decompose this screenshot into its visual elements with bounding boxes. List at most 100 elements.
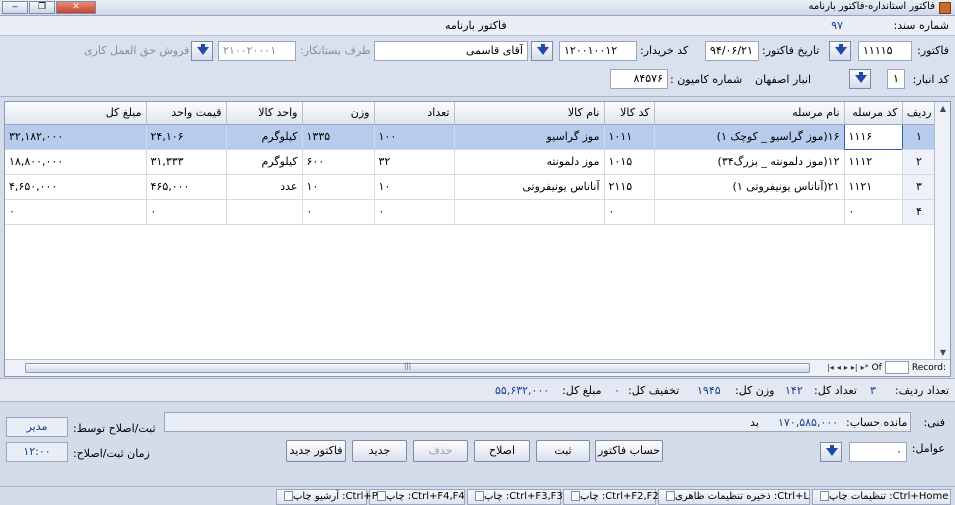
unit-price-cell[interactable]: ۳۱,۳۳۳ [146, 149, 227, 175]
quantity-cell[interactable]: ۳۲ [374, 149, 455, 175]
item-name-cell[interactable] [454, 199, 605, 225]
delete-button[interactable]: حذف [413, 440, 468, 462]
item-name-cell[interactable]: موز دلمونته [454, 149, 605, 175]
shipment-code-cell[interactable]: ۱۱۱۶ [843, 123, 903, 150]
unit-price-cell[interactable]: ۰ [146, 199, 227, 225]
warehouse-dropdown-icon[interactable] [849, 69, 871, 89]
invoice-number-field[interactable]: ۱۱۱۱۵ [858, 41, 912, 61]
unit-price-cell[interactable]: ۲۴,۱۰۶ [146, 124, 227, 150]
unit-cell[interactable]: کیلوگرم [226, 149, 303, 175]
invoice-account-button[interactable]: حساب فاکتور [595, 440, 663, 462]
unit-cell[interactable] [226, 199, 303, 225]
weight-cell[interactable]: ۰ [302, 199, 375, 225]
buyer-code-field[interactable]: ۱۲۰۰۱۰۰۱۲ [559, 41, 637, 61]
scroll-thumb[interactable] [25, 363, 810, 373]
invoice-date-field[interactable]: ۹۴/۰۶/۲۱ [705, 41, 759, 61]
col-item-name[interactable]: نام کالا [454, 102, 605, 125]
row-number[interactable]: ۴ [902, 199, 937, 225]
buyer-dropdown-icon[interactable] [531, 41, 553, 61]
scroll-up-icon[interactable]: ▲ [938, 104, 948, 114]
prev-record-icon[interactable]: ◂ [837, 363, 841, 372]
vertical-scrollbar[interactable]: ▲ ▼ [934, 102, 950, 360]
item-code-cell[interactable]: ۲۱۱۵ [604, 174, 655, 200]
total-weight-label: وزن کل: [735, 384, 775, 397]
buyer-name-field[interactable]: آقای قاسمی [374, 41, 528, 61]
shipment-name-cell[interactable]: ۲۱(آناناس یونیفروتی ۱) [654, 174, 845, 200]
scroll-down-icon[interactable]: ▼ [938, 348, 948, 358]
archive-print-shortcut[interactable]: آرشیو چاپ :Ctrl+P [276, 489, 378, 505]
restore-icon[interactable]: ❐ [29, 1, 55, 14]
shipment-code-cell[interactable]: ۱۱۱۲ [844, 149, 903, 175]
item-name-cell[interactable]: موز گراسیو [454, 124, 605, 150]
unit-cell[interactable]: کیلوگرم [226, 124, 303, 150]
unit-cell[interactable]: عدد [226, 174, 303, 200]
balance-label: مانده حساب: [846, 416, 908, 429]
table-row[interactable]: ۲ ۱۱۱۲ ۱۲(موز دلمونته _ بزرگ۳۴) ۱۰۱۵ موز… [5, 149, 937, 175]
factors-field[interactable]: ۰ [849, 442, 907, 462]
total-amount-cell[interactable]: ۱۸,۸۰۰,۰۰۰ [5, 149, 147, 175]
shipment-code-cell[interactable]: ۱۱۲۱ [844, 174, 903, 200]
warehouse-name: انبار اصفهان [755, 73, 812, 86]
close-icon[interactable]: ✕ [56, 1, 96, 14]
truck-number-field[interactable]: ۸۴۵۷۶ [610, 69, 668, 89]
item-code-cell[interactable]: ۱۰۱۱ [604, 124, 655, 150]
table-row[interactable]: ۳ ۱۱۲۱ ۲۱(آناناس یونیفروتی ۱) ۲۱۱۵ آنانا… [5, 174, 937, 200]
weight-cell[interactable]: ۱۰ [302, 174, 375, 200]
new-button[interactable]: جدید [352, 440, 407, 462]
quantity-cell[interactable]: ۰ [374, 199, 455, 225]
print-f2-shortcut[interactable]: چاپ :Ctrl+F2,F2 [563, 489, 659, 505]
new-record-icon[interactable]: ▸* [861, 363, 869, 372]
discount-label: تخفیف کل: [628, 384, 680, 397]
next-record-icon[interactable]: ▸ [844, 363, 848, 372]
print-settings-shortcut[interactable]: تنظیمات چاپ :Ctrl+Home [812, 489, 951, 505]
balance-type: بد [750, 416, 759, 429]
table-row[interactable]: ۱ ۱۱۱۶ ۱۶(موز گراسیو _ کوچک ۱) ۱۰۱۱ موز … [5, 123, 937, 150]
shipment-code-cell[interactable]: ۰ [844, 199, 903, 225]
unit-price-cell[interactable]: ۴۶۵,۰۰۰ [146, 174, 227, 200]
save-button[interactable]: ثبت [536, 440, 590, 462]
invoice-items-grid[interactable]: ردیف کد مرسله نام مرسله کد کالا نام کالا… [4, 101, 951, 377]
col-item-code[interactable]: کد کالا [604, 102, 655, 125]
col-quantity[interactable]: تعداد [374, 102, 455, 125]
factors-dropdown-icon[interactable] [820, 442, 842, 462]
col-weight[interactable]: وزن [302, 102, 375, 125]
first-record-icon[interactable]: |◂ [827, 363, 834, 372]
counterparty-field[interactable]: ۲۱۰۰۲۰۰۰۱ [218, 41, 296, 61]
item-code-cell[interactable]: ۱۰۱۵ [604, 149, 655, 175]
quantity-cell[interactable]: ۱۰۰ [374, 124, 455, 150]
new-invoice-button[interactable]: فاکتور جدید [286, 440, 346, 462]
weight-cell[interactable]: ۶۰۰ [302, 149, 375, 175]
col-unit[interactable]: واحد کالا [226, 102, 303, 125]
table-row[interactable]: ۴ ۰ ۰ ۰ ۰ ۰ ۰ [5, 199, 937, 225]
shipment-name-cell[interactable]: ۱۶(موز گراسیو _ کوچک ۱) [654, 124, 845, 150]
totals-bar: تعداد ردیف: ۳ تعداد کل: ۱۴۲ وزن کل: ۱۹۴۵… [0, 378, 955, 402]
total-amount-cell[interactable]: ۴,۶۵۰,۰۰۰ [5, 174, 147, 200]
col-row[interactable]: ردیف [902, 102, 937, 125]
col-shipment-name[interactable]: نام مرسله [654, 102, 845, 125]
col-unit-price[interactable]: قیمت واحد [146, 102, 227, 125]
invoice-dropdown-icon[interactable] [829, 41, 851, 61]
print-f4-shortcut[interactable]: چاپ :Ctrl+F4,F4 [369, 489, 465, 505]
row-number[interactable]: ۳ [902, 174, 937, 200]
total-amount-cell[interactable]: ۰ [5, 199, 147, 225]
weight-cell[interactable]: ۱۳۳۵ [302, 124, 375, 150]
row-number[interactable]: ۱ [902, 124, 937, 150]
last-record-icon[interactable]: ▸| [851, 363, 858, 372]
item-name-cell[interactable]: آناناس یونیفروتی [454, 174, 605, 200]
shipment-name-cell[interactable] [654, 199, 845, 225]
quantity-cell[interactable]: ۱۰ [374, 174, 455, 200]
col-shipment-code[interactable]: کد مرسله [844, 102, 903, 125]
save-appearance-shortcut[interactable]: ذخیره تنظیمات ظاهری :Ctrl+L [658, 489, 810, 505]
edit-button[interactable]: اصلاح [474, 440, 530, 462]
counterparty-dropdown-icon[interactable] [191, 41, 213, 61]
col-total-amount[interactable]: مبلغ کل [5, 102, 147, 125]
warehouse-code-field[interactable]: ۱ [887, 69, 905, 89]
horizontal-scrollbar[interactable]: ||| |◂ ◂ ▸ ▸| ▸* Of Record: [5, 359, 950, 376]
item-code-cell[interactable]: ۰ [604, 199, 655, 225]
total-amount-cell[interactable]: ۳۲,۱۸۲,۰۰۰ [5, 124, 147, 150]
shipment-name-cell[interactable]: ۱۲(موز دلمونته _ بزرگ۳۴) [654, 149, 845, 175]
minimize-icon[interactable]: ‒ [2, 1, 28, 14]
record-number-input[interactable] [884, 361, 909, 374]
print-f3-shortcut[interactable]: چاپ :Ctrl+F3,F3 [467, 489, 563, 505]
row-number[interactable]: ۲ [902, 149, 937, 175]
